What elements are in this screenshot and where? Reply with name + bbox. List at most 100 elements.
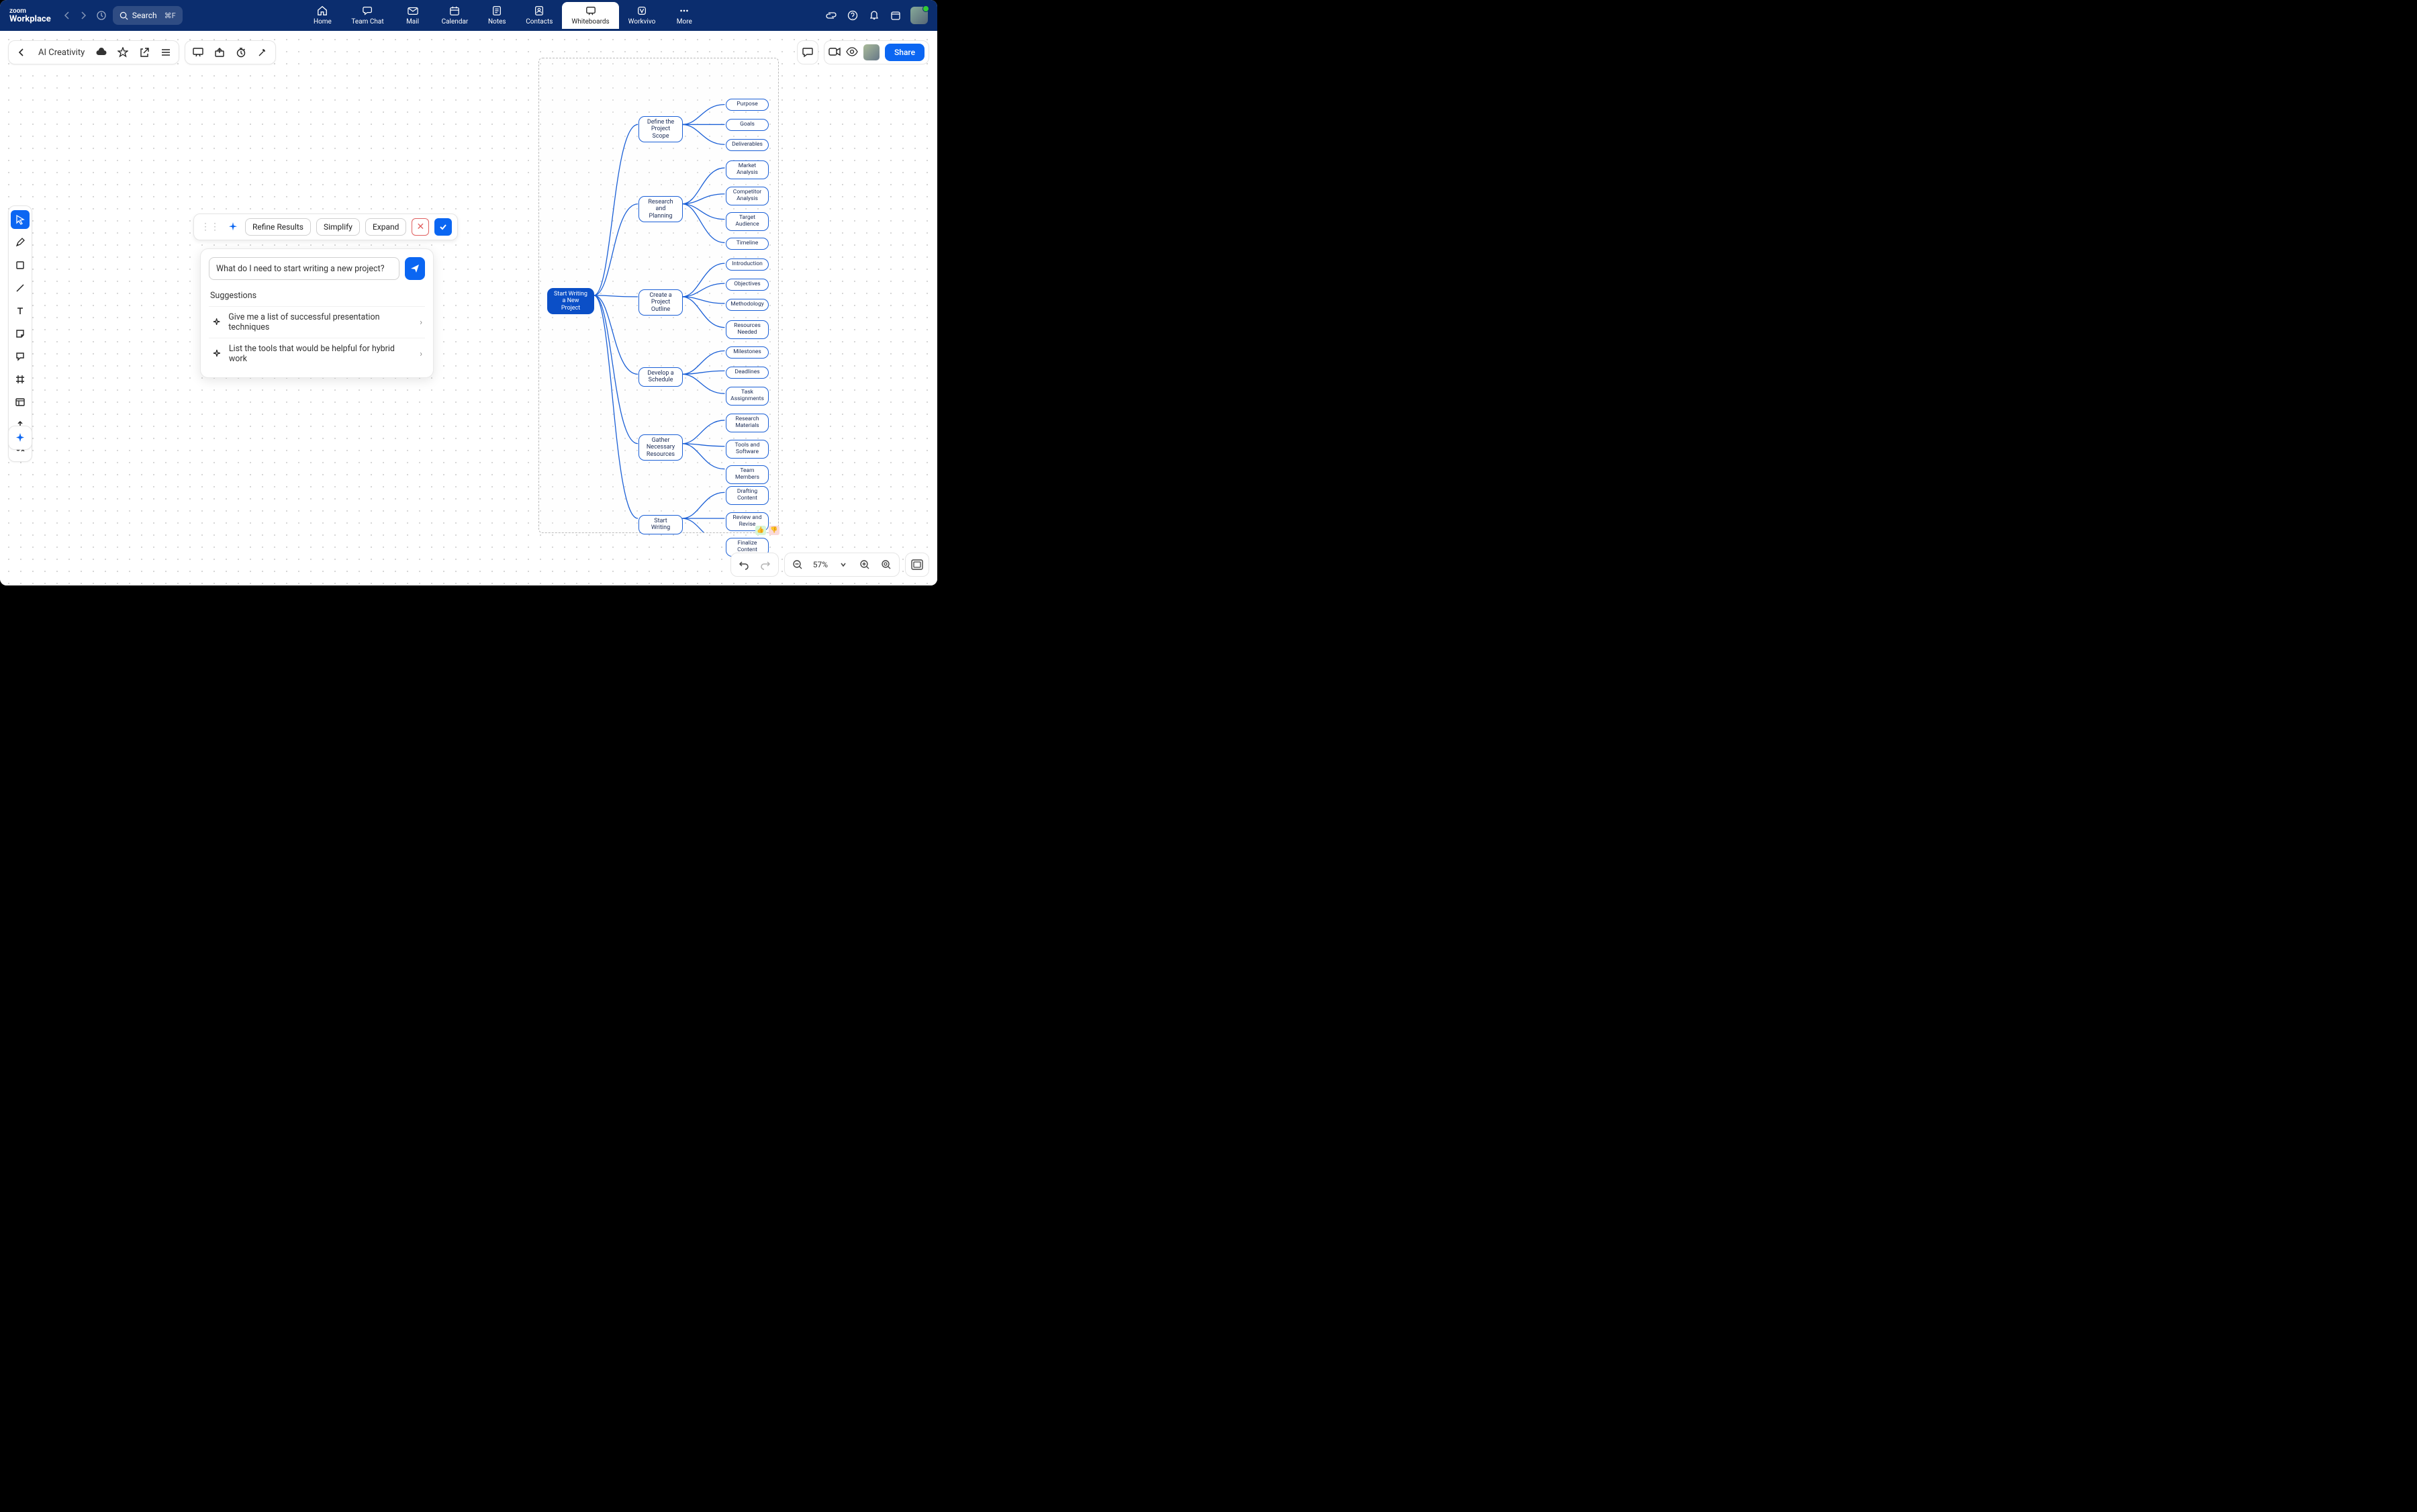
present-group: [185, 40, 276, 64]
mindmap-leaf[interactable]: Research Materials: [726, 414, 769, 432]
mindmap-leaf[interactable]: Resources Needed: [726, 320, 769, 339]
minimap-button[interactable]: [905, 553, 929, 577]
board-header-group: AI Creativity: [8, 40, 179, 64]
mindmap-branch[interactable]: Research and Planning: [638, 196, 683, 222]
timer-icon[interactable]: [234, 45, 248, 60]
mindmap-frame[interactable]: Start Writing a New Project Define the P…: [538, 58, 779, 533]
mindmap-leaf[interactable]: Competitor Analysis: [726, 187, 769, 205]
nav-workvivo[interactable]: Workvivo: [619, 2, 665, 29]
mindmap-leaf[interactable]: Goals: [726, 119, 769, 131]
calendar-compact-icon[interactable]: [889, 9, 902, 22]
thumbs-up-button[interactable]: 👍: [755, 526, 766, 535]
nav-team-chat[interactable]: Team Chat: [342, 2, 393, 29]
mindmap-branch[interactable]: Develop a Schedule: [638, 367, 683, 387]
link-icon[interactable]: [824, 9, 838, 22]
expand-button[interactable]: Expand: [365, 218, 406, 236]
mindmap-leaf[interactable]: Milestones: [726, 346, 769, 359]
shape-tool[interactable]: [11, 256, 30, 275]
cloud-sync-icon[interactable]: [94, 45, 109, 60]
mindmap-leaf[interactable]: Market Analysis: [726, 160, 769, 179]
thumbs-down-button[interactable]: 👎: [769, 526, 779, 535]
redo-button[interactable]: [758, 557, 773, 572]
mindmap-leaf[interactable]: Tools and Software: [726, 440, 769, 459]
refine-results-button[interactable]: Refine Results: [245, 218, 311, 236]
ai-panel: Suggestions Give me a list of successful…: [200, 248, 434, 378]
mindmap-leaf[interactable]: Timeline: [726, 238, 769, 250]
mindmap-root[interactable]: Start Writing a New Project: [547, 288, 594, 314]
nav-whiteboards[interactable]: Whiteboards: [562, 2, 618, 29]
eye-icon[interactable]: [846, 46, 858, 59]
accept-button[interactable]: [434, 218, 452, 236]
mindmap-leaf[interactable]: Deliverables: [726, 139, 769, 151]
suggestion-item[interactable]: Give me a list of successful presentatio…: [209, 306, 425, 338]
nav-notes[interactable]: Notes: [477, 2, 516, 29]
fit-to-screen-button[interactable]: [879, 557, 894, 572]
chevron-right-icon: ›: [420, 318, 422, 328]
whiteboard-canvas[interactable]: AI Creativity Share: [0, 31, 937, 585]
nav-calendar[interactable]: Calendar: [432, 2, 478, 29]
share-button[interactable]: Share: [885, 44, 925, 61]
export-icon[interactable]: [212, 45, 227, 60]
zoom-dropdown[interactable]: [836, 557, 851, 572]
board-title[interactable]: AI Creativity: [36, 48, 87, 58]
reject-button[interactable]: ✕: [412, 218, 429, 236]
mindmap-branch[interactable]: Define the Project Scope: [638, 116, 683, 142]
text-tool[interactable]: [11, 301, 30, 320]
participant-avatar[interactable]: [863, 44, 880, 60]
simplify-button[interactable]: Simplify: [316, 218, 360, 236]
ai-sparkle-tool[interactable]: [8, 426, 32, 450]
suggestions-heading: Suggestions: [210, 291, 425, 301]
present-icon[interactable]: [191, 45, 205, 60]
mindmap-branch[interactable]: Gather Necessary Resources: [638, 434, 683, 461]
share-external-icon[interactable]: [137, 45, 152, 60]
pen-tool[interactable]: [11, 233, 30, 252]
mindmap-leaf[interactable]: Objectives: [726, 279, 769, 291]
undo-button[interactable]: [737, 557, 751, 572]
template-tool[interactable]: [11, 393, 30, 412]
drag-handle-icon[interactable]: ⋮⋮: [199, 222, 221, 232]
zoom-level[interactable]: 57%: [812, 560, 829, 569]
mindmap-branch[interactable]: Start Writing: [638, 515, 683, 534]
help-icon[interactable]: [846, 9, 859, 22]
nav-back-button[interactable]: [60, 9, 74, 22]
zoom-out-button[interactable]: [790, 557, 805, 572]
select-tool[interactable]: [11, 210, 30, 229]
mindmap-leaf[interactable]: Drafting Content: [726, 486, 769, 505]
comment-tool[interactable]: [11, 347, 30, 366]
mindmap-leaf[interactable]: Team Members: [726, 465, 769, 484]
search-input[interactable]: Search ⌘F: [113, 6, 183, 25]
user-avatar[interactable]: [910, 7, 928, 24]
frame-tool[interactable]: [11, 370, 30, 389]
line-tool[interactable]: [11, 279, 30, 297]
search-label: Search: [132, 11, 157, 20]
suggestion-item[interactable]: List the tools that would be helpful for…: [209, 338, 425, 369]
ai-prompt-input[interactable]: [209, 257, 399, 280]
video-icon[interactable]: [828, 46, 841, 59]
mindmap-leaf[interactable]: Purpose: [726, 99, 769, 111]
nav-forward-button[interactable]: [77, 9, 90, 22]
left-toolbar: [8, 205, 32, 462]
nav-mail[interactable]: Mail: [393, 2, 432, 29]
zoom-in-button[interactable]: [857, 557, 872, 572]
history-icon[interactable]: [94, 8, 109, 23]
nav-more[interactable]: More: [665, 2, 704, 29]
laser-icon[interactable]: [255, 45, 270, 60]
mindmap-branch[interactable]: Create a Project Outline: [638, 289, 683, 316]
top-navigation: zoom Workplace Search ⌘F Home Team Chat …: [0, 0, 937, 31]
back-button[interactable]: [14, 45, 29, 60]
sticky-tool[interactable]: [11, 324, 30, 343]
star-icon[interactable]: [115, 45, 130, 60]
bell-icon[interactable]: [867, 9, 881, 22]
comments-button[interactable]: [797, 40, 818, 64]
mindmap-leaf[interactable]: Methodology: [726, 299, 769, 311]
mindmap-leaf[interactable]: Target Audience: [726, 212, 769, 231]
mindmap-leaf[interactable]: Task Assignments: [726, 387, 769, 406]
mindmap-leaf[interactable]: Deadlines: [726, 367, 769, 379]
nav-contacts[interactable]: Contacts: [516, 2, 562, 29]
minimap-icon: [911, 559, 923, 570]
menu-icon[interactable]: [158, 45, 173, 60]
comment-icon: [802, 47, 814, 58]
mindmap-leaf[interactable]: Introduction: [726, 258, 769, 271]
send-button[interactable]: [405, 257, 425, 280]
nav-home[interactable]: Home: [303, 2, 342, 29]
